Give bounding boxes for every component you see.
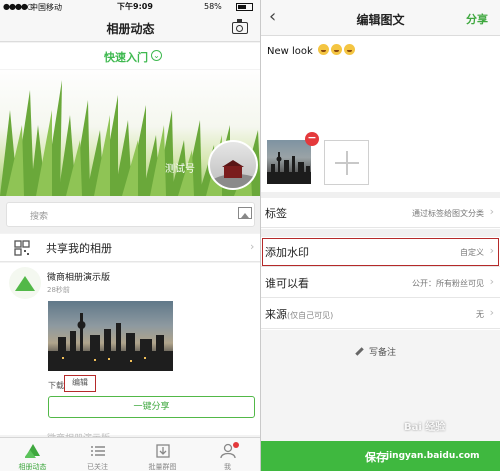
grin-emoji-icon [330, 44, 342, 55]
row-label: 谁可以看 [265, 277, 309, 290]
watermark-url: jingyan.baidu.com [386, 451, 480, 461]
download-link[interactable]: 下载 [48, 380, 64, 391]
account-name: 测试号 [165, 164, 195, 175]
tab-album-feed[interactable]: 相册动态 [0, 438, 65, 471]
tab-label: 已关注 [87, 463, 108, 471]
avatar[interactable] [208, 140, 258, 190]
one-click-share-button[interactable]: 一键分享 [48, 396, 255, 418]
row-value: 无 [476, 310, 484, 319]
tab-label: 批量群图 [148, 463, 177, 471]
nav-bar: ‹ 编辑图文 分享 [261, 0, 500, 36]
add-watermark-row[interactable]: 添加水印 自定义 › [261, 237, 500, 267]
tab-me[interactable]: 我 [195, 438, 260, 471]
row-value: 通过标签给图文分类 [412, 209, 484, 218]
author-logo[interactable] [9, 267, 41, 299]
chevron-right-icon: › [489, 205, 494, 218]
edit-link[interactable]: 编辑 [64, 375, 96, 392]
grin-emoji-icon [343, 44, 355, 55]
tab-label: 我 [224, 463, 231, 471]
shared-album-label: 共享我的相册 [46, 242, 112, 255]
batch-download-icon [156, 444, 170, 458]
tab-following[interactable]: 已关注 [65, 438, 130, 471]
row-label-note: (仅自己可见) [287, 311, 334, 320]
write-note-button[interactable]: 写备注 [355, 345, 396, 358]
post-author[interactable]: 微商相册演示版 [47, 270, 110, 283]
chevron-right-icon: › [489, 306, 494, 319]
row-value: 公开：所有粉丝可见 [412, 279, 484, 288]
post-text: New look [267, 46, 313, 57]
row-label: 来源(仅自己可见) [265, 308, 334, 321]
post-text-field[interactable]: New look [267, 44, 355, 57]
page-title: 编辑图文 [356, 13, 405, 27]
shared-album-row[interactable]: 共享我的相册 › [0, 234, 261, 262]
baidu-watermark: Bai 经验 [404, 422, 446, 433]
nav-bar: 相册动态 [0, 14, 261, 42]
camera-icon[interactable] [232, 19, 248, 34]
album-tree-icon [25, 444, 40, 458]
chevron-right-icon: › [489, 244, 494, 257]
notification-badge [233, 442, 239, 448]
edit-post-screen: ‹ 编辑图文 分享 New look − 标签 通过标签给图文分类 › 添加水印… [261, 0, 500, 471]
chevron-right-icon: › [250, 240, 255, 253]
quick-entry-bar[interactable]: 快速入门 ⌄ [0, 43, 261, 69]
page-title: 相册动态 [106, 22, 155, 36]
save-label: 保存 [365, 451, 387, 464]
row-value: 自定义 [460, 248, 484, 257]
post-photo[interactable] [48, 301, 173, 371]
tab-label: 相册动态 [18, 463, 47, 471]
image-thumbnail[interactable] [267, 140, 311, 184]
row-label: 标签 [265, 207, 287, 220]
search-placeholder: 搜索 [30, 212, 49, 222]
qr-code-icon [14, 240, 30, 256]
add-image-button[interactable] [324, 140, 369, 185]
chevron-right-icon: › [489, 275, 494, 288]
album-feed-screen: ●●●●○ 中国移动 下午9:09 58% 相册动态 快速入门 ⌄ 测试号 搜索… [0, 0, 261, 471]
visibility-row[interactable]: 谁可以看 公开：所有粉丝可见 › [261, 268, 500, 298]
pencil-icon [355, 347, 364, 356]
list-icon [91, 446, 105, 456]
tab-batch-images[interactable]: 批量群图 [130, 438, 195, 471]
battery-level: 58% [204, 2, 222, 11]
write-note-label: 写备注 [369, 348, 397, 358]
quick-entry-label[interactable]: 快速入门 [104, 49, 148, 65]
remove-image-icon[interactable]: − [305, 132, 319, 146]
chevron-down-icon[interactable]: ⌄ [151, 50, 162, 61]
signal-icon: ●●●●○ [3, 2, 34, 11]
grin-emoji-icon [317, 44, 329, 55]
battery-icon [236, 3, 253, 11]
row-label: 添加水印 [265, 246, 309, 259]
post-time: 28秒前 [47, 286, 70, 294]
status-bar: ●●●●○ 中国移动 下午9:09 58% [0, 0, 261, 14]
clock: 下午9:09 [117, 2, 153, 11]
tag-row[interactable]: 标签 通过标签给图文分类 › [261, 198, 500, 228]
source-row[interactable]: 来源(仅自己可见) 无 › [261, 299, 500, 329]
carrier-label: 中国移动 [30, 3, 62, 12]
feed-post: 微商相册演示版 28秒前 下载 编辑 一键分享 [0, 263, 261, 444]
image-search-icon[interactable] [238, 207, 252, 219]
share-button[interactable]: 分享 [466, 11, 488, 27]
tab-bar: 相册动态 已关注 批量群图 我 [0, 437, 261, 471]
section-gap [261, 229, 500, 237]
